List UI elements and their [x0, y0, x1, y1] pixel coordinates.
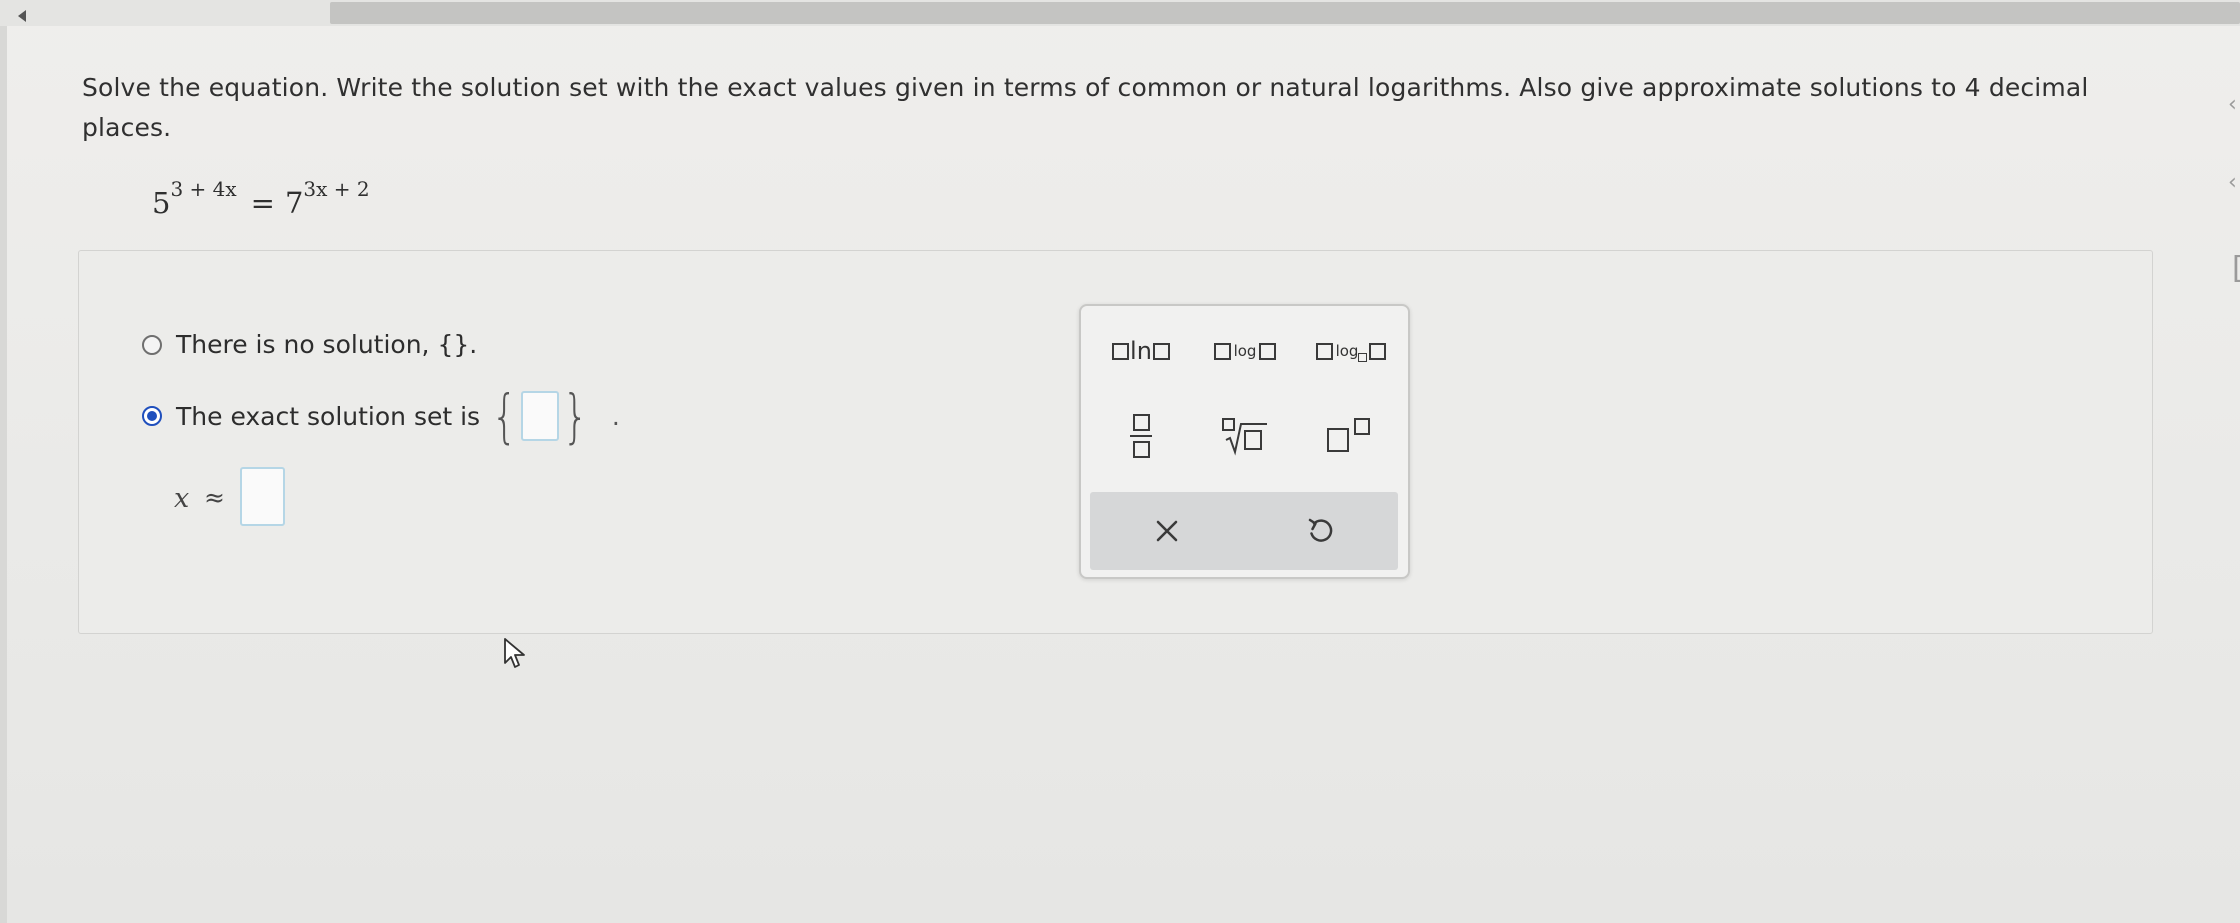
chevron-left-icon[interactable]: ‹: [2228, 172, 2237, 194]
ln-key[interactable]: ln: [1093, 328, 1189, 374]
base-square-icon: [1358, 352, 1368, 362]
close-brace: }: [562, 382, 589, 450]
approx-solution-input[interactable]: [240, 467, 285, 526]
placeholder-square-icon: [1369, 342, 1387, 360]
close-icon: [1156, 520, 1178, 542]
nth-root-icon: [1222, 418, 1267, 456]
chevron-left-icon[interactable]: ‹: [2228, 94, 2237, 116]
placeholder-square-icon: [1259, 342, 1277, 360]
left-edge: [0, 26, 7, 923]
exact-solution-input[interactable]: [520, 391, 559, 441]
scrollbar-thumb[interactable]: [330, 2, 2240, 24]
equation-equals-sign: =: [250, 186, 275, 220]
option-exact-solution[interactable]: The exact solution set is { } .: [142, 387, 620, 445]
open-brace: {: [491, 382, 518, 450]
ln-key-label: ln: [1130, 337, 1152, 365]
equation-lhs-exponent: 3 + 4x: [170, 177, 237, 202]
option-no-solution[interactable]: There is no solution, {}.: [142, 330, 477, 359]
equation: 53 + 4x = 73x + 2: [152, 179, 370, 220]
placeholder-square-icon: [1315, 342, 1333, 360]
undo-button[interactable]: [1244, 492, 1398, 570]
nth-root-key[interactable]: [1197, 406, 1293, 466]
keypad-footer: [1090, 492, 1398, 570]
equation-lhs-base: 5: [152, 186, 171, 220]
scroll-left-arrow-icon[interactable]: [18, 10, 26, 22]
approx-variable: x: [174, 483, 190, 514]
exact-solution-period: .: [611, 401, 620, 431]
radio-no-solution[interactable]: [142, 334, 162, 355]
equation-rhs-base: 7: [284, 186, 304, 220]
question-text: Solve the equation. Write the solution s…: [82, 73, 2089, 142]
placeholder-square-icon: [1152, 342, 1170, 360]
approx-symbol: ≈: [204, 483, 225, 512]
fraction-icon: [1130, 414, 1152, 458]
placeholder-square-icon: [1213, 342, 1231, 360]
exponent-key[interactable]: [1301, 406, 1401, 466]
undo-icon: [1308, 518, 1333, 542]
log-key-label: log: [1233, 342, 1257, 360]
log-key[interactable]: log: [1197, 328, 1293, 374]
top-scrollbar[interactable]: [0, 0, 2240, 26]
fraction-key[interactable]: [1093, 406, 1189, 466]
log-base-key[interactable]: log: [1301, 328, 1401, 374]
option-no-solution-label: There is no solution, {}.: [176, 330, 478, 359]
exponent-icon: [1327, 418, 1370, 452]
radio-exact-solution[interactable]: [142, 406, 162, 426]
mouse-pointer-icon: [504, 638, 525, 668]
bracket-icon: [: [2232, 254, 2240, 284]
equation-rhs-exponent: 3x + 2: [303, 177, 370, 202]
option-exact-solution-label: The exact solution set is: [176, 401, 481, 431]
placeholder-square-icon: [1112, 342, 1130, 360]
log-base-key-label: log: [1335, 342, 1359, 360]
clear-button[interactable]: [1090, 492, 1244, 570]
math-keypad: ln log log: [1079, 304, 1410, 579]
screen: ‹ ‹ [ Solve the equation. Write the solu…: [0, 0, 2240, 923]
